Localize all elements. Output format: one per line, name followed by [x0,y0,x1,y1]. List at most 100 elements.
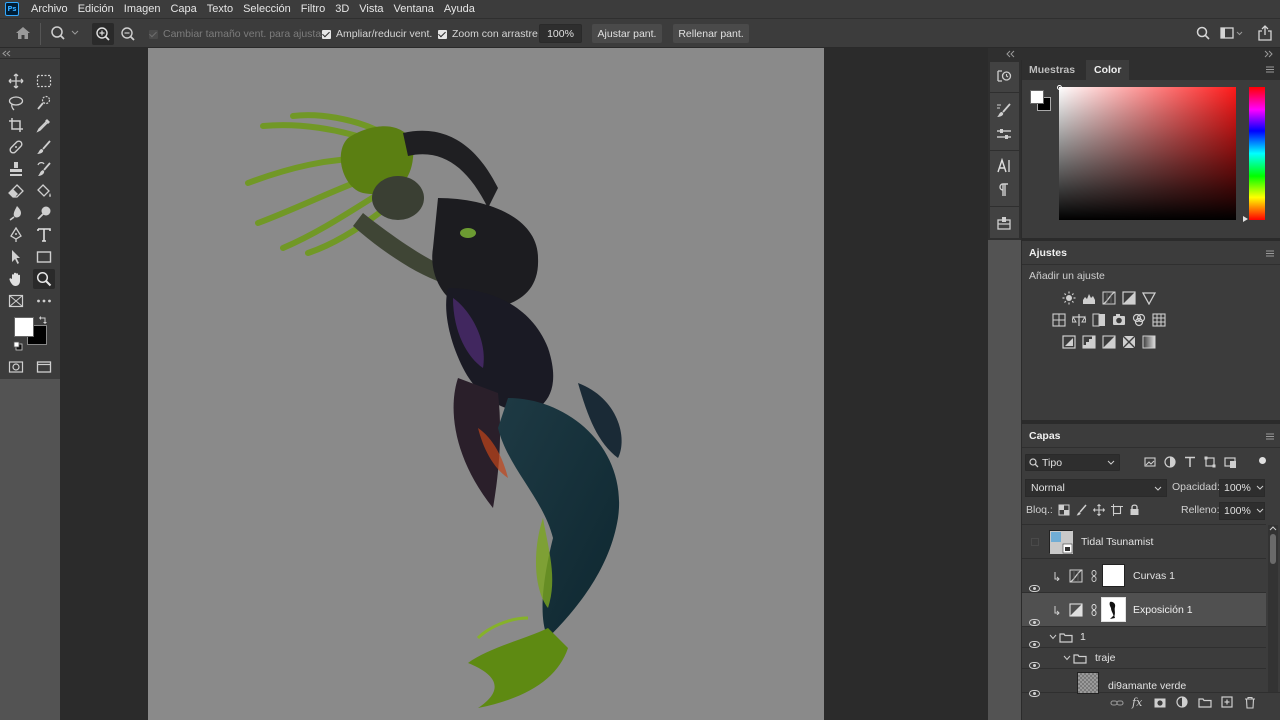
menu-imagen[interactable]: Imagen [119,0,166,18]
delete-layer-icon[interactable] [1244,696,1256,709]
zoom-out-button[interactable] [117,23,139,45]
foreground-color-swatch[interactable] [14,317,34,337]
black-white-icon[interactable] [1092,313,1106,327]
mask-link-icon[interactable] [1091,604,1097,616]
invert-icon[interactable] [1062,335,1076,349]
layer-mask-thumbnail[interactable] [1102,564,1125,587]
gradient-map-icon[interactable] [1142,335,1156,349]
photo-filter-icon[interactable] [1112,313,1126,327]
scroll-up-icon[interactable] [1269,525,1277,531]
filter-smart-object-icon[interactable] [1224,456,1236,468]
menu-vista[interactable]: Vista [354,0,388,18]
filter-toggle-icon[interactable] [1259,457,1266,464]
dock-collapse-icon[interactable] [988,48,1021,60]
menu-capa[interactable]: Capa [165,0,201,18]
saturation-brightness-field[interactable] [1059,87,1236,220]
paint-bucket-tool-icon[interactable] [33,181,55,201]
color-fg-swatch[interactable] [1030,90,1044,104]
new-fill-adjustment-icon[interactable] [1176,696,1188,708]
levels-icon[interactable] [1082,291,1096,305]
healing-brush-tool-icon[interactable] [5,137,27,157]
lock-artboard-icon[interactable] [1111,504,1123,516]
visibility-eye-icon[interactable] [1029,619,1040,626]
link-layers-icon[interactable] [1110,697,1124,709]
zoom-value-input[interactable]: 100% [539,24,582,43]
more-tools-icon[interactable] [33,291,55,311]
quick-selection-tool-icon[interactable] [33,93,55,113]
frame-tool-icon[interactable] [5,291,27,311]
crop-tool-icon[interactable] [5,115,27,135]
layer-style-icon[interactable]: fx [1132,696,1142,709]
panel-menu-icon[interactable] [1266,433,1274,440]
tools-panel-header[interactable] [0,48,60,59]
history-brush-tool-icon[interactable] [33,159,55,179]
path-selection-tool-icon[interactable] [5,247,27,267]
home-icon[interactable] [14,25,32,41]
eraser-tool-icon[interactable] [5,181,27,201]
libraries-panel-icon[interactable] [996,216,1012,232]
blur-tool-icon[interactable] [5,203,27,223]
menu-filtro[interactable]: Filtro [296,0,330,18]
hue-saturation-icon[interactable] [1052,313,1066,327]
tab-color[interactable]: Color [1086,60,1130,80]
zoom-in-button[interactable] [92,23,114,45]
menu-ayuda[interactable]: Ayuda [439,0,480,18]
panel-menu-icon[interactable] [1266,66,1274,73]
menu-archivo[interactable]: Archivo [26,0,73,18]
rectangle-tool-icon[interactable] [33,247,55,267]
visibility-eye-icon[interactable] [1029,585,1040,592]
color-picker-handle[interactable] [1057,85,1062,90]
visibility-toggle-off[interactable] [1031,538,1039,546]
brush-settings-panel-icon[interactable] [996,102,1012,118]
menu-edicion[interactable]: Edición [73,0,119,18]
lock-all-icon[interactable] [1129,503,1140,516]
fill-screen-button[interactable]: Rellenar pant. [673,24,749,43]
panels-collapse-bar[interactable] [1021,48,1280,60]
exposure-icon[interactable] [1122,291,1136,305]
dodge-tool-icon[interactable] [33,203,55,223]
screen-mode-icon[interactable] [33,357,55,377]
visibility-eye-icon[interactable] [1029,690,1040,697]
layer-row-tidal-tsunamist[interactable]: Tidal Tsunamist [1022,525,1266,559]
layer-row-exposicion-1[interactable]: Exposición 1 [1022,593,1266,627]
brush-tool-icon[interactable] [33,137,55,157]
hue-slider[interactable] [1249,87,1265,220]
layer-filter-select[interactable]: Tipo [1025,454,1120,471]
menu-seleccion[interactable]: Selección [238,0,296,18]
filter-shape-icon[interactable] [1204,456,1216,468]
photoshop-logo-icon[interactable]: Ps [5,2,19,16]
channel-mixer-icon[interactable] [1132,313,1146,327]
hand-tool-icon[interactable] [5,269,27,289]
blend-mode-select[interactable]: Normal [1025,479,1167,497]
chevron-down-icon[interactable] [1063,655,1071,661]
menu-ventana[interactable]: Ventana [389,0,439,18]
zoom-tool-preset-icon[interactable] [50,25,80,41]
lock-position-icon[interactable] [1093,504,1105,516]
move-tool-icon[interactable] [5,71,27,91]
layer-row-di9amante-verde[interactable]: di9amante verde [1022,669,1266,697]
resize-window-checkbox[interactable]: Cambiar tamaño vent. para ajustar [149,28,325,40]
color-lookup-icon[interactable] [1152,313,1166,327]
vibrance-icon[interactable] [1142,291,1156,305]
posterize-icon[interactable] [1082,335,1096,349]
layer-group-1[interactable]: 1 [1022,627,1266,648]
lock-image-icon[interactable] [1076,504,1088,516]
workspace-icon[interactable] [1220,26,1244,40]
default-colors-icon[interactable] [13,341,23,351]
search-icon[interactable] [1196,26,1210,40]
layer-group-traje[interactable]: traje [1022,648,1266,669]
menu-texto[interactable]: Texto [202,0,238,18]
filter-pixel-icon[interactable] [1144,457,1156,467]
visibility-eye-icon[interactable] [1029,640,1040,648]
layers-scrollbar-thumb[interactable] [1270,534,1276,564]
layer-mask-thumbnail[interactable] [1101,597,1126,622]
zoom-all-windows-checkbox[interactable]: Ampliar/reducir vent. [322,28,432,40]
eyedropper-tool-icon[interactable] [33,115,55,135]
panel-menu-icon[interactable] [1266,250,1274,257]
marquee-tool-icon[interactable] [33,71,55,91]
character-panel-icon[interactable] [996,158,1012,174]
chevron-down-icon[interactable] [1049,634,1057,640]
history-panel-icon[interactable] [996,68,1012,84]
threshold-icon[interactable] [1102,335,1116,349]
type-tool-icon[interactable] [33,225,55,245]
